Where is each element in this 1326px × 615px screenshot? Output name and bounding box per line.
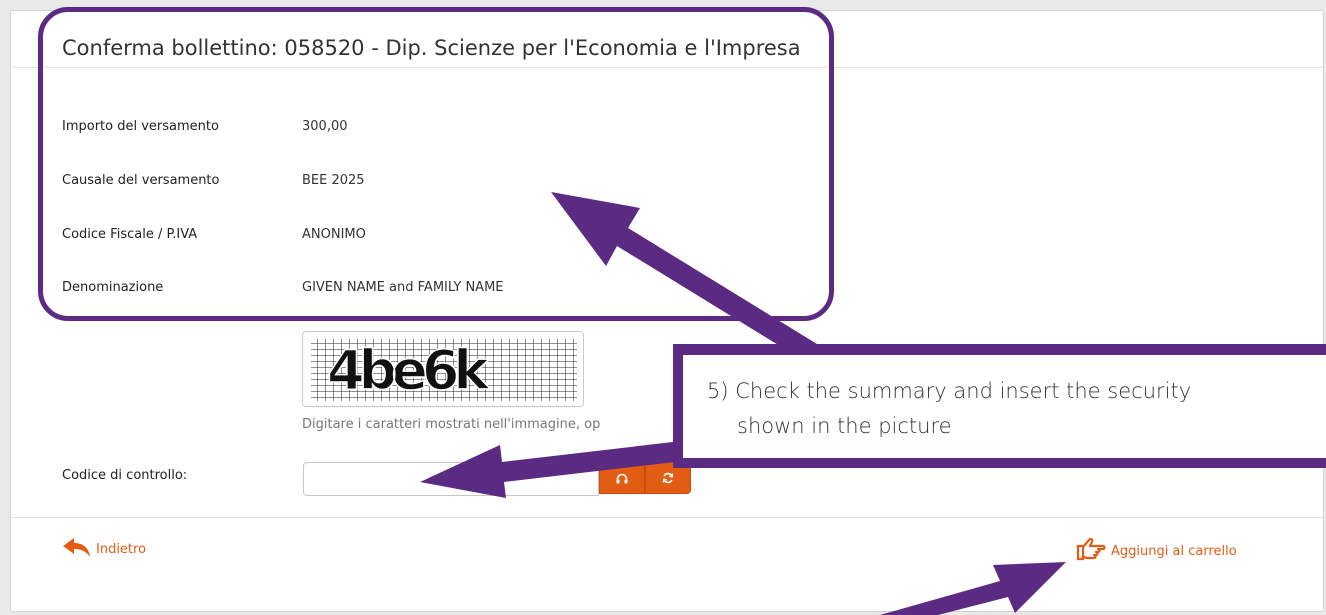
name-label: Denominazione (62, 280, 164, 295)
reason-label: Causale del versamento (62, 173, 220, 188)
page-title: Conferma bollettino: 058520 - Dip. Scien… (62, 36, 801, 60)
code-label: Codice di controllo: (62, 468, 188, 483)
reason-value: BEE 2025 (302, 173, 365, 188)
tax-code-value: ANONIMO (302, 227, 366, 242)
instruction-callout: 5) Check the summary and insert the secu… (673, 344, 1326, 468)
amount-value: 300,00 (302, 119, 348, 134)
reply-arrow-icon (62, 536, 96, 562)
callout-line-1: 5) Check the summary and insert the secu… (707, 379, 1192, 403)
footer-divider (11, 517, 1323, 518)
refresh-icon (662, 469, 674, 488)
tax-code-label: Codice Fiscale / P.IVA (62, 227, 198, 242)
payment-confirm-panel (10, 10, 1324, 612)
captcha-text: 4be6k (327, 339, 490, 402)
audio-captcha-button[interactable] (599, 462, 645, 494)
security-code-input[interactable] (303, 462, 599, 496)
captcha-image: 4be6k (302, 331, 584, 407)
captcha-hint: Digitare i caratteri mostrati nell'immag… (302, 417, 601, 432)
back-label: Indietro (96, 541, 147, 557)
amount-label: Importo del versamento (62, 119, 219, 134)
add-to-cart-label: Aggiungi al carrello (1111, 543, 1237, 559)
title-divider (11, 67, 1323, 68)
callout-line-2: shown in the picture (737, 414, 952, 438)
name-value: GIVEN NAME and FAMILY NAME (302, 280, 504, 295)
back-button[interactable]: Indietro (62, 536, 146, 562)
hand-pointer-icon (1074, 536, 1111, 566)
headphones-icon (616, 469, 628, 488)
add-to-cart-button[interactable]: Aggiungi al carrello (1074, 536, 1237, 566)
